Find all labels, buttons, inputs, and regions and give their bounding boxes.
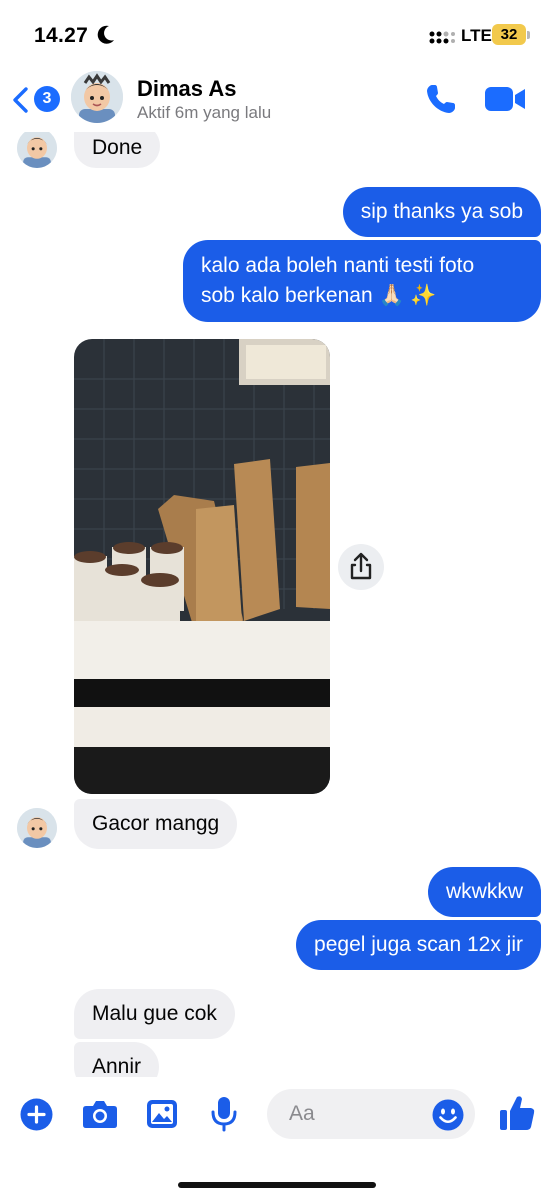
- message-text: sip thanks ya sob: [360, 200, 523, 223]
- outgoing-message[interactable]: kalo ada boleh nanti testi foto sob kalo…: [183, 240, 541, 322]
- share-button[interactable]: [338, 544, 384, 590]
- unread-badge: 3: [34, 86, 60, 112]
- microphone-icon[interactable]: [210, 1096, 238, 1132]
- outgoing-message[interactable]: pegel juga scan 12x jir: [296, 920, 541, 970]
- avatar-image: [17, 132, 57, 168]
- contact-avatar[interactable]: [71, 71, 123, 123]
- phone-icon[interactable]: [424, 82, 458, 116]
- camera-icon[interactable]: [82, 1099, 118, 1129]
- avatar-image: [17, 808, 57, 848]
- incoming-message[interactable]: Done: [74, 132, 161, 168]
- contact-name[interactable]: Dimas As: [137, 76, 236, 102]
- message-text-line: sob kalo berkenan 🙏🏻 ✨: [201, 284, 437, 307]
- incoming-message[interactable]: Malu gue cok: [74, 989, 235, 1039]
- avatar-image: [71, 71, 123, 123]
- back-chevron-icon: [13, 87, 28, 113]
- outgoing-message[interactable]: wkwkkw: [428, 867, 541, 917]
- message-list[interactable]: Done sip thanks ya sob kalo ada boleh na…: [0, 132, 554, 1077]
- message-text: Done: [92, 136, 143, 159]
- thumbs-up-icon[interactable]: [499, 1094, 535, 1132]
- emoji-icon[interactable]: [432, 1099, 464, 1131]
- moon-icon: [97, 25, 114, 44]
- plus-icon[interactable]: [20, 1098, 53, 1131]
- network-label: LTE: [461, 26, 492, 45]
- back-button[interactable]: 3: [10, 82, 60, 116]
- video-camera-icon[interactable]: [484, 84, 526, 114]
- message-input-container[interactable]: [267, 1089, 475, 1139]
- battery-indicator: 32: [492, 24, 526, 45]
- photo-attachment[interactable]: [74, 339, 330, 794]
- message-text: Malu gue cok: [92, 1002, 217, 1025]
- incoming-message[interactable]: Annir: [74, 1042, 160, 1077]
- sender-avatar[interactable]: [17, 132, 57, 168]
- chat-header: 3 Dimas As Aktif 6m yang lalu: [0, 66, 554, 132]
- outgoing-message[interactable]: sip thanks ya sob: [342, 187, 541, 237]
- status-bar: 14.27 LTE 32: [0, 0, 554, 66]
- message-text: pegel juga scan 12x jir: [314, 933, 523, 956]
- message-text: Annir: [92, 1055, 142, 1077]
- message-text: wkwkkw: [446, 880, 523, 903]
- battery-cap: [527, 31, 530, 39]
- incoming-message[interactable]: Gacor mangg: [74, 799, 238, 849]
- gallery-icon[interactable]: [146, 1099, 178, 1129]
- share-icon: [350, 552, 372, 580]
- message-input[interactable]: [289, 1099, 419, 1129]
- sender-avatar[interactable]: [17, 808, 57, 848]
- message-text-line: kalo ada boleh nanti testi foto: [201, 254, 475, 277]
- status-time: 14.27: [34, 24, 89, 47]
- contact-active-status: Aktif 6m yang lalu: [137, 103, 272, 122]
- message-composer: [0, 1077, 554, 1200]
- message-text: Gacor mangg: [92, 812, 220, 835]
- home-indicator: [178, 1182, 376, 1188]
- signal-icon: [429, 31, 455, 44]
- photo-image: [74, 339, 330, 794]
